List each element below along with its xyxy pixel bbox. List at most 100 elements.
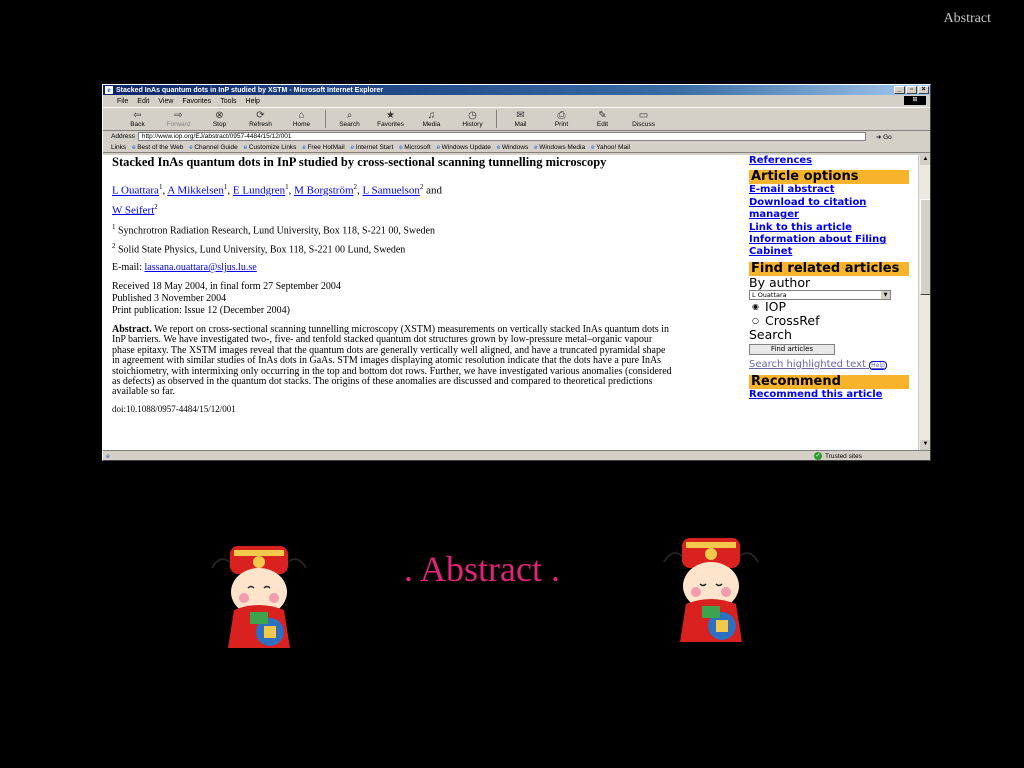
- author-affiliation-marker: 2: [154, 202, 158, 211]
- affiliations: 1 Synchrotron Radiation Research, Lund U…: [112, 220, 742, 257]
- radio-iop[interactable]: ◉ IOP: [749, 298, 912, 314]
- discuss-button[interactable]: ▭ Discuss: [623, 110, 664, 128]
- go-button[interactable]: ➜ Go: [876, 133, 892, 141]
- doi: doi:10.1088/0957-4484/15/12/001: [112, 403, 236, 414]
- print-button[interactable]: ⎙ Print: [541, 110, 582, 128]
- search-highlighted-link[interactable]: Search highlighted text Help: [749, 359, 912, 372]
- back-label: Back: [130, 121, 145, 128]
- forward-button[interactable]: ⇨ Forward: [158, 110, 199, 128]
- article-content: Stacked InAs quantum dots in InP studied…: [112, 155, 742, 414]
- edit-icon: ✎: [598, 110, 607, 121]
- favorites-button[interactable]: ★ Favorites: [370, 110, 411, 128]
- window-title: Stacked InAs quantum dots in InP studied…: [116, 86, 384, 94]
- status-bar: e ✓ Trusted sites: [103, 450, 930, 460]
- history-button[interactable]: ◷ History: [452, 110, 493, 128]
- toolbar-separator: [325, 110, 326, 128]
- home-label: Home: [292, 121, 311, 128]
- mail-button[interactable]: ✉ Mail: [500, 110, 541, 128]
- edit-label: Edit: [596, 121, 609, 128]
- article-options-header: Article options: [749, 170, 909, 185]
- page-icon: e: [106, 452, 110, 460]
- browser-window: e Stacked InAs quantum dots in InP studi…: [102, 84, 931, 461]
- favorites-link[interactable]: e Channel Guide: [189, 144, 237, 151]
- security-zone: ✓ Trusted sites: [814, 452, 862, 460]
- favorites-link[interactable]: e Yahoo! Mail: [591, 144, 630, 151]
- mail-label: Mail: [514, 121, 527, 128]
- refresh-button[interactable]: ⟳ Refresh: [240, 110, 281, 128]
- refresh-label: Refresh: [249, 121, 272, 128]
- scrollbar-thumb[interactable]: [920, 199, 930, 295]
- favorites-link[interactable]: e Internet Start: [351, 144, 394, 151]
- references-link[interactable]: References: [749, 155, 912, 167]
- print-icon: ⎙: [557, 110, 566, 121]
- find-articles-button[interactable]: Find articles: [749, 343, 835, 355]
- back-button[interactable]: ⇦ Back: [117, 110, 158, 128]
- favorites-link-label: Microsoft: [404, 143, 431, 151]
- menu-edit[interactable]: Edit: [137, 98, 149, 105]
- favorites-link[interactable]: e Best of the Web: [132, 144, 183, 151]
- radio-iop-label: IOP: [764, 298, 787, 314]
- favorites-link[interactable]: e Microsoft: [399, 144, 430, 151]
- author-link[interactable]: L Samuelson: [363, 185, 420, 197]
- page-viewport: Stacked InAs quantum dots in InP studied…: [103, 155, 930, 450]
- menu-file[interactable]: File: [117, 98, 128, 105]
- print-label: Print: [554, 121, 569, 128]
- search-label: Search: [749, 326, 792, 342]
- author-link[interactable]: W Seifert: [112, 204, 154, 216]
- favorites-link[interactable]: e Windows Update: [437, 144, 491, 151]
- email-link[interactable]: lassana.ouattara@sljus.lu.se: [145, 262, 257, 273]
- menu-bar: File Edit View Favorites Tools Help ⊞: [103, 95, 930, 107]
- menu-favorites[interactable]: Favorites: [182, 98, 211, 105]
- help-badge[interactable]: Help: [869, 360, 887, 370]
- affiliation-text: Solid State Physics, Lund University, Bo…: [118, 243, 406, 255]
- author-link[interactable]: L Ouattara: [112, 185, 159, 197]
- affiliation-text: Synchrotron Radiation Research, Lund Uni…: [118, 225, 435, 237]
- print-publication: Print publication: Issue 12 (December 20…: [112, 304, 291, 316]
- favorites-link[interactable]: e Free HotMail: [302, 144, 344, 151]
- menu-help[interactable]: Help: [246, 98, 260, 105]
- author-affiliation-marker: 1: [285, 183, 289, 191]
- close-icon[interactable]: ×: [918, 86, 929, 94]
- radio-crossref[interactable]: ○ CrossRef: [749, 313, 912, 328]
- favorites-link[interactable]: e Customize Links: [244, 144, 297, 151]
- author-link[interactable]: A Mikkelsen: [167, 185, 224, 197]
- article-title: Stacked InAs quantum dots in InP studied…: [112, 155, 607, 169]
- received-date: Received 18 May 2004, in final form 27 S…: [112, 280, 341, 292]
- recommend-link[interactable]: Recommend this article: [749, 389, 912, 401]
- favorites-link[interactable]: e Windows: [497, 144, 528, 151]
- email-abstract-link[interactable]: E-mail abstract: [749, 184, 912, 196]
- search-button[interactable]: ⌕ Search: [329, 110, 370, 128]
- forward-arrow-icon: ⇨: [174, 110, 183, 121]
- home-button[interactable]: ⌂ Home: [281, 110, 322, 128]
- favorites-link-label: Windows: [501, 143, 529, 151]
- affiliation-line: 1 Synchrotron Radiation Research, Lund U…: [112, 220, 742, 238]
- maximize-icon[interactable]: ▫: [906, 86, 917, 94]
- windows-logo-icon: ⊞: [904, 96, 926, 105]
- menu-tools[interactable]: Tools: [220, 98, 236, 105]
- discuss-icon: ▭: [638, 110, 649, 121]
- history-icon: ◷: [468, 110, 477, 121]
- author-affiliation-marker: 2: [419, 183, 424, 191]
- link-to-article-link[interactable]: Link to this article: [749, 222, 912, 234]
- chevron-down-icon: ▼: [881, 290, 890, 299]
- download-citation-link[interactable]: Download to citation manager: [749, 197, 912, 222]
- media-button[interactable]: ♫ Media: [411, 110, 452, 128]
- address-input[interactable]: http://www.iop.org/EJ/abstract/0957-4484…: [137, 132, 866, 141]
- menu-view[interactable]: View: [158, 98, 173, 105]
- edit-button[interactable]: ✎ Edit: [582, 110, 623, 128]
- stop-button[interactable]: ⊗ Stop: [199, 110, 240, 128]
- author-link[interactable]: M Borgström: [294, 185, 353, 197]
- refresh-icon: ⟳: [256, 110, 265, 121]
- address-label: Address: [111, 133, 135, 140]
- author-link[interactable]: E Lundgren: [233, 185, 285, 197]
- find-related-header: Find related articles: [749, 261, 909, 276]
- slide-heading: . Abstract .: [404, 549, 560, 589]
- favorites-link-label: Free HotMail: [307, 143, 345, 151]
- favorites-link[interactable]: e Windows Media: [534, 144, 585, 151]
- scroll-up-icon[interactable]: ▲: [920, 155, 930, 165]
- author-select[interactable]: L Ouattara ▼: [749, 289, 891, 300]
- filing-cabinet-link[interactable]: Information about Filing Cabinet: [749, 234, 912, 259]
- minimize-icon[interactable]: _: [894, 86, 905, 94]
- scroll-down-icon[interactable]: ▼: [920, 440, 930, 450]
- vertical-scrollbar[interactable]: ▲ ▼: [918, 155, 930, 450]
